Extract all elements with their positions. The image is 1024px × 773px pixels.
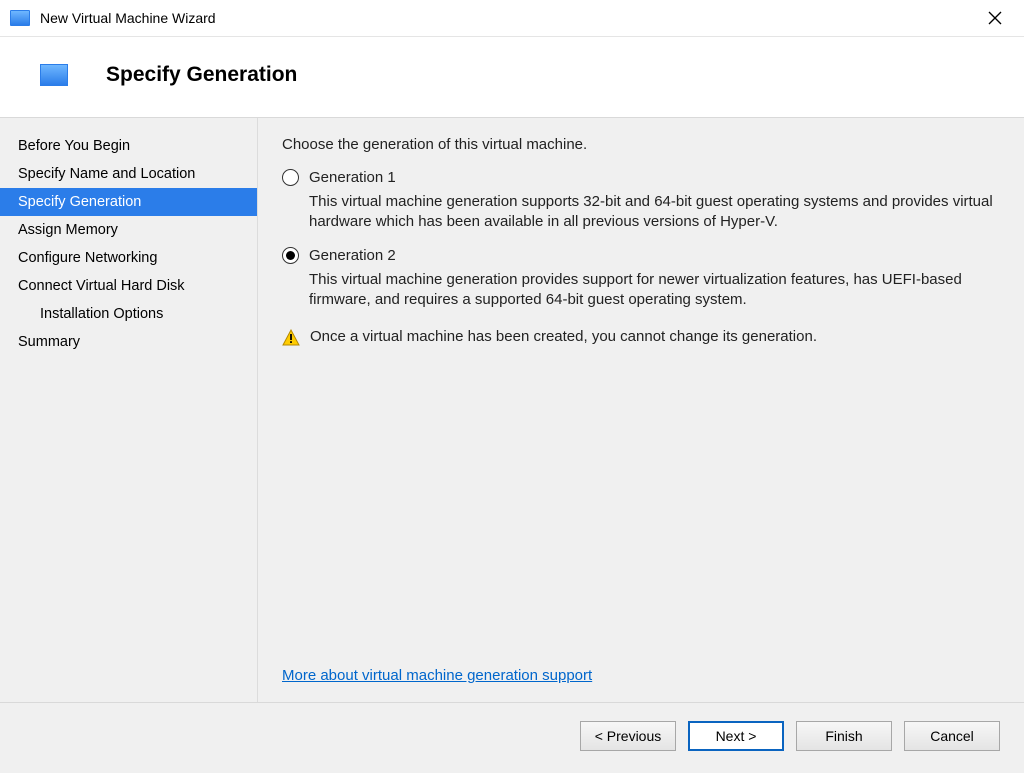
wizard-body: Before You BeginSpecify Name and Locatio… bbox=[0, 117, 1024, 702]
app-icon bbox=[10, 10, 30, 26]
vm-icon bbox=[40, 64, 68, 86]
page-title: Specify Generation bbox=[106, 63, 297, 87]
sidebar-step[interactable]: Connect Virtual Hard Disk bbox=[0, 272, 257, 300]
wizard-content: Choose the generation of this virtual ma… bbox=[258, 118, 1024, 702]
radio-row[interactable]: Generation 2 bbox=[282, 247, 996, 264]
radio-description: This virtual machine generation supports… bbox=[309, 192, 996, 233]
wizard-header: Specify Generation bbox=[0, 37, 1024, 117]
close-button[interactable] bbox=[972, 3, 1018, 33]
titlebar: New Virtual Machine Wizard bbox=[0, 0, 1024, 37]
radio-label: Generation 2 bbox=[309, 247, 396, 264]
wizard-steps-sidebar: Before You BeginSpecify Name and Locatio… bbox=[0, 118, 258, 702]
next-button[interactable]: Next > bbox=[688, 721, 784, 751]
radio-label: Generation 1 bbox=[309, 169, 396, 186]
sidebar-step[interactable]: Assign Memory bbox=[0, 216, 257, 244]
radio-icon bbox=[282, 169, 299, 186]
sidebar-step[interactable]: Specify Name and Location bbox=[0, 160, 257, 188]
more-info-link[interactable]: More about virtual machine generation su… bbox=[282, 667, 996, 684]
radio-description: This virtual machine generation provides… bbox=[309, 270, 996, 311]
sidebar-step[interactable]: Installation Options bbox=[0, 300, 257, 328]
warning-icon bbox=[282, 329, 300, 347]
radio-icon bbox=[282, 247, 299, 264]
sidebar-step[interactable]: Configure Networking bbox=[0, 244, 257, 272]
previous-button[interactable]: < Previous bbox=[580, 721, 676, 751]
generation-option: Generation 2 This virtual machine generat… bbox=[282, 247, 996, 311]
wizard-footer: < Previous Next > Finish Cancel bbox=[0, 702, 1024, 773]
warning-text: Once a virtual machine has been created,… bbox=[310, 328, 817, 345]
content-prompt: Choose the generation of this virtual ma… bbox=[282, 136, 996, 153]
cancel-button[interactable]: Cancel bbox=[904, 721, 1000, 751]
sidebar-step[interactable]: Specify Generation bbox=[0, 188, 257, 216]
window-title: New Virtual Machine Wizard bbox=[40, 10, 972, 26]
sidebar-step[interactable]: Before You Begin bbox=[0, 132, 257, 160]
finish-button[interactable]: Finish bbox=[796, 721, 892, 751]
warning-row: Once a virtual machine has been created,… bbox=[282, 328, 996, 347]
wizard-window: New Virtual Machine Wizard Specify Gener… bbox=[0, 0, 1024, 773]
generation-option: Generation 1 This virtual machine generat… bbox=[282, 169, 996, 233]
sidebar-step[interactable]: Summary bbox=[0, 328, 257, 356]
close-icon bbox=[988, 11, 1002, 25]
radio-row[interactable]: Generation 1 bbox=[282, 169, 996, 186]
